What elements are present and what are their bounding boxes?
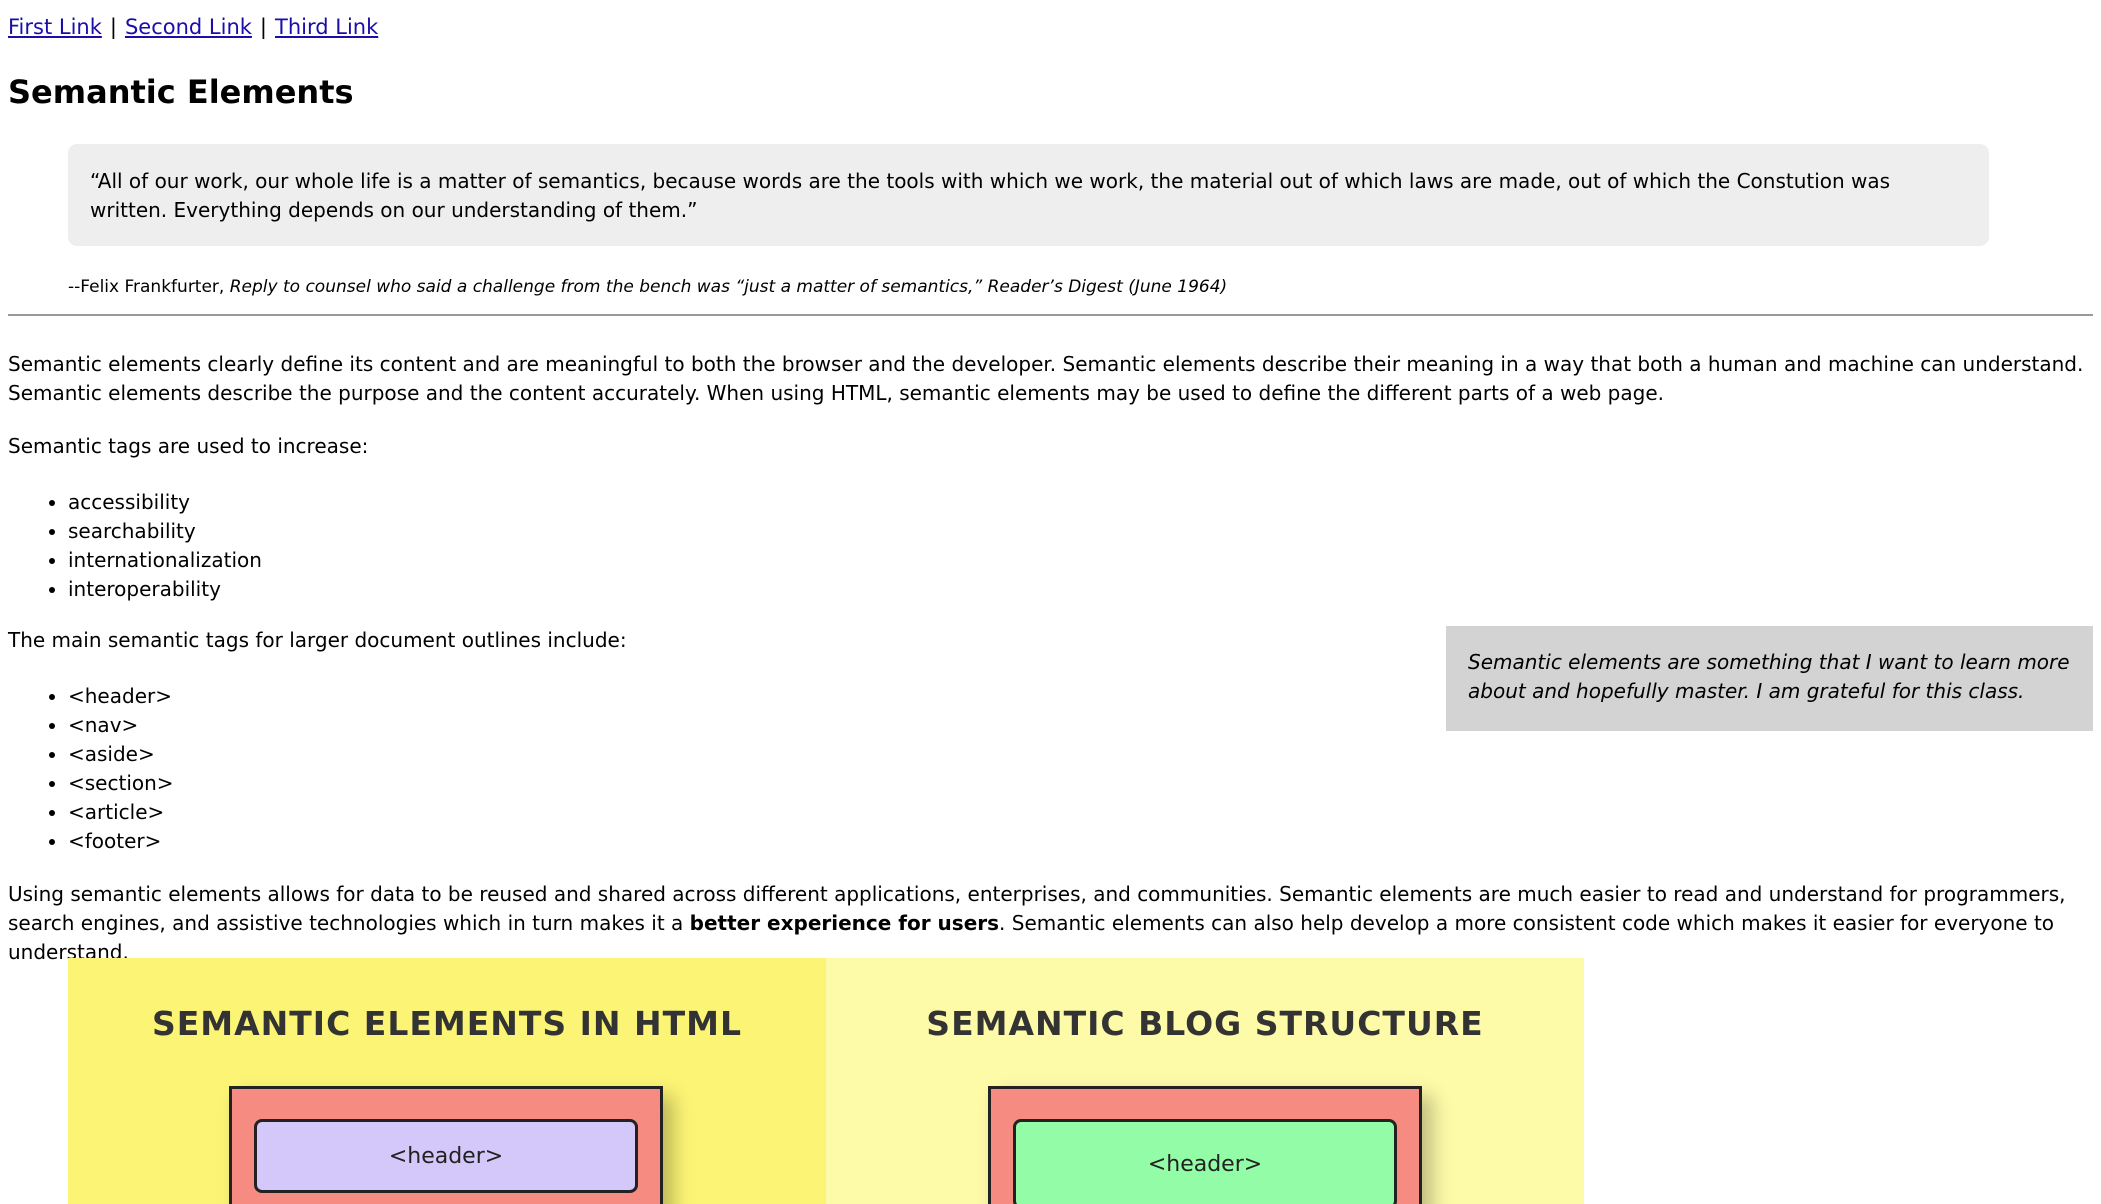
header-block: <header> xyxy=(1013,1119,1397,1204)
image-panel-right: SEMANTIC BLOG STRUCTURE <header> xyxy=(826,958,1584,1204)
list-item: <header> xyxy=(68,682,174,711)
blockquote: “All of our work, our whole life is a ma… xyxy=(68,144,1989,246)
increase-heading: Semantic tags are used to increase: xyxy=(8,434,369,458)
list-item: interoperability xyxy=(68,575,262,604)
nav-separator: | xyxy=(259,15,267,39)
nav-separator: | xyxy=(109,15,117,39)
list-item: accessibility xyxy=(68,488,262,517)
list-item: <aside> xyxy=(68,740,174,769)
outline-heading: The main semantic tags for larger docume… xyxy=(8,628,627,652)
quote-source: Reply to counsel who said a challenge fr… xyxy=(229,277,1228,297)
list-item: searchability xyxy=(68,517,262,546)
list-item: <nav> xyxy=(68,711,174,740)
page-frame: <header> xyxy=(988,1086,1422,1204)
list-item: <article> xyxy=(68,798,174,827)
intro-paragraph: Semantic elements clearly define its con… xyxy=(8,352,2084,405)
quote-attribution: --Felix Frankfurter, Reply to counsel wh… xyxy=(68,276,1227,298)
header-block: <header> xyxy=(254,1119,638,1193)
quote-author: --Felix Frankfurter, xyxy=(68,277,230,297)
page-frame: <header> xyxy=(229,1086,663,1204)
image-panel-title: SEMANTIC ELEMENTS IN HTML xyxy=(151,1004,743,1043)
page: First Link | Second Link | Third Link Semant… xyxy=(0,0,2101,1204)
page-title: Semantic Elements xyxy=(8,73,354,111)
outline-list: <header> <nav> <aside> <section> <articl… xyxy=(8,682,174,856)
image-panel-left: SEMANTIC ELEMENTS IN HTML <header> xyxy=(68,958,826,1204)
list-item: internationalization xyxy=(68,546,262,575)
top-nav: First Link | Second Link | Third Link xyxy=(8,13,378,41)
closing-paragraph: Using semantic elements allows for data … xyxy=(8,880,2088,967)
list-item: <footer> xyxy=(68,827,174,856)
nav-link-first[interactable]: First Link xyxy=(8,15,102,39)
list-item: <section> xyxy=(68,769,174,798)
closing-text-bold: better experience for users xyxy=(689,911,1000,935)
nav-link-third[interactable]: Third Link xyxy=(275,15,378,39)
horizontal-rule xyxy=(8,314,2093,316)
image-panel-title: SEMANTIC BLOG STRUCTURE xyxy=(926,1004,1484,1043)
semantic-elements-image: SEMANTIC ELEMENTS IN HTML <header> SEMAN… xyxy=(68,958,1585,1204)
increase-list: accessibility searchability internationa… xyxy=(8,488,262,604)
nav-link-second[interactable]: Second Link xyxy=(125,15,252,39)
aside-note: Semantic elements are something that I w… xyxy=(1446,626,2093,731)
